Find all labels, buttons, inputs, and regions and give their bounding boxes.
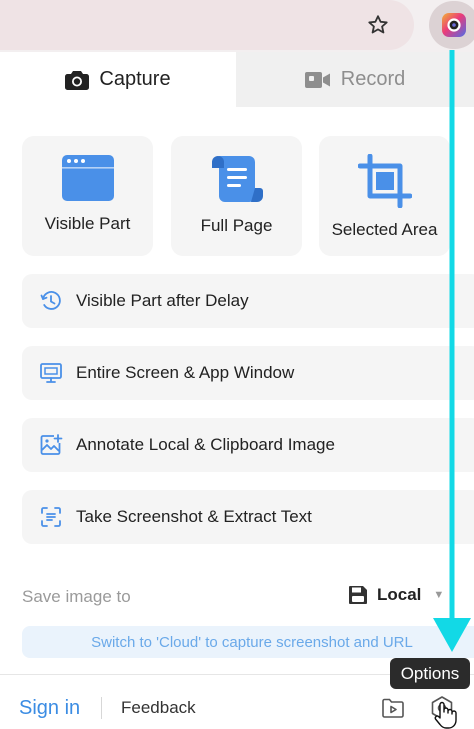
save-location-select[interactable]: Local ▼ — [347, 584, 444, 606]
image-add-icon — [39, 433, 63, 457]
annotate-image-label: Annotate Local & Clipboard Image — [76, 435, 335, 454]
cloud-hint-banner[interactable]: Switch to 'Cloud' to capture screenshot … — [22, 626, 474, 658]
extension-popup: Capture Record Visible Part Full Page Se… — [0, 0, 474, 729]
entire-screen-label: Entire Screen & App Window — [76, 363, 295, 382]
save-location-value: Local — [377, 585, 422, 604]
visible-part-label: Visible Part — [44, 214, 131, 233]
options-tooltip: Options — [390, 658, 470, 689]
sign-in-link[interactable]: Sign in — [19, 697, 80, 720]
full-page-label: Full Page — [200, 216, 273, 235]
chevron-down-icon: ▼ — [433, 589, 445, 601]
visible-part-card[interactable]: Visible Part — [22, 136, 153, 256]
hand-cursor-icon — [434, 701, 457, 729]
timer-icon — [39, 289, 63, 313]
extract-text-row[interactable]: Take Screenshot & Extract Text — [22, 490, 474, 544]
tab-record[interactable]: Record — [236, 52, 474, 107]
full-page-card[interactable]: Full Page — [171, 136, 302, 256]
browser-window-icon — [61, 155, 114, 201]
extract-text-label: Take Screenshot & Extract Text — [76, 507, 312, 526]
selected-area-label: Selected Area — [331, 220, 438, 239]
annotate-image-row[interactable]: Annotate Local & Clipboard Image — [22, 418, 474, 472]
address-bar-end[interactable] — [0, 0, 414, 50]
entire-screen-row[interactable]: Entire Screen & App Window — [22, 346, 474, 400]
save-disk-icon — [349, 586, 367, 604]
delay-capture-label: Visible Part after Delay — [76, 291, 249, 310]
mode-tabs: Capture Record — [0, 52, 474, 107]
video-folder-icon[interactable] — [380, 695, 406, 721]
save-image-label: Save image to — [22, 587, 131, 606]
cloud-hint-text: Switch to 'Cloud' to capture screenshot … — [91, 633, 413, 651]
crop-icon — [357, 154, 412, 208]
tab-capture-label: Capture — [99, 68, 171, 90]
extension-camera-icon[interactable] — [429, 1, 474, 49]
video-camera-icon — [304, 71, 330, 88]
browser-toolbar — [0, 0, 474, 52]
selected-area-card[interactable]: Selected Area — [319, 136, 450, 256]
footer-divider — [101, 697, 102, 719]
scan-text-icon — [39, 505, 63, 529]
monitor-icon — [39, 361, 63, 385]
bookmark-star-icon[interactable] — [362, 9, 394, 41]
tab-capture[interactable]: Capture — [0, 52, 236, 107]
scroll-page-icon — [211, 156, 263, 202]
delay-capture-row[interactable]: Visible Part after Delay — [22, 274, 474, 328]
tab-record-label: Record — [340, 68, 406, 90]
feedback-link[interactable]: Feedback — [121, 698, 196, 718]
camera-icon — [65, 70, 90, 90]
